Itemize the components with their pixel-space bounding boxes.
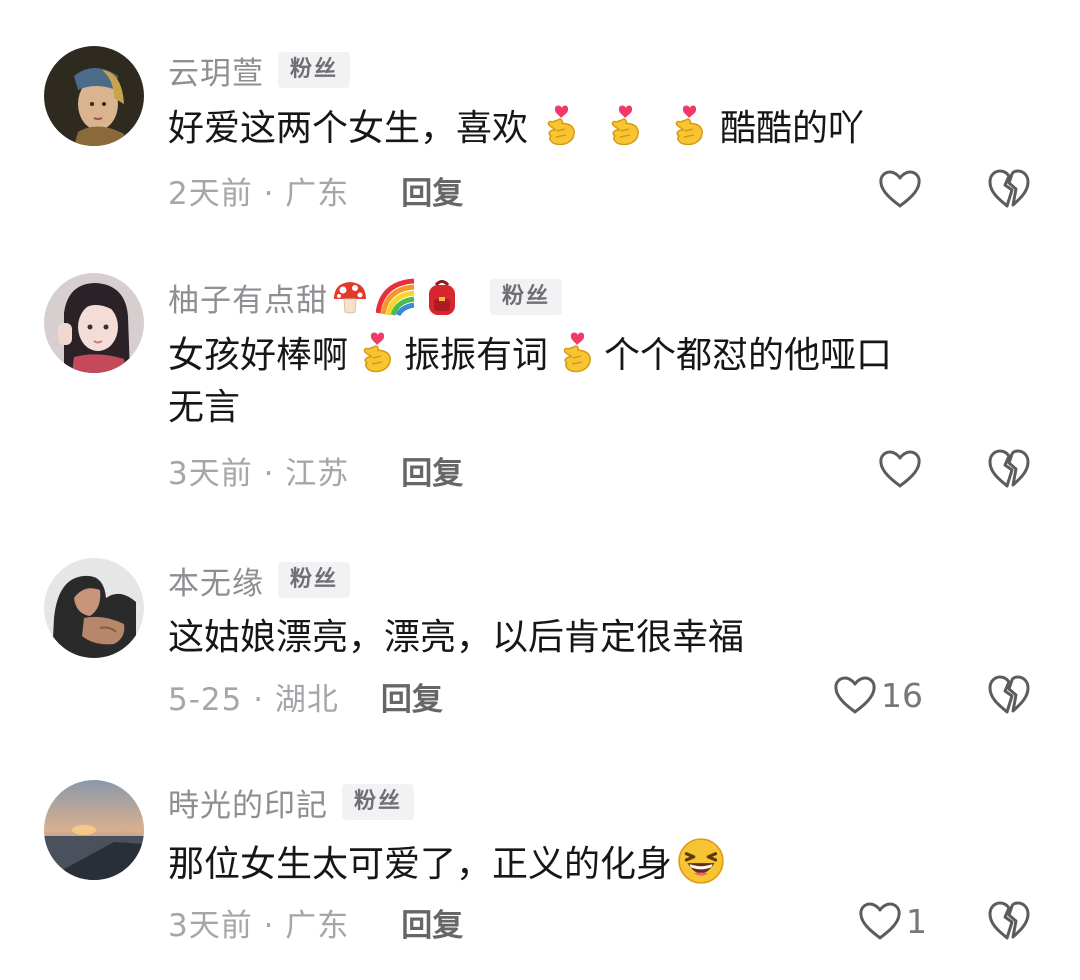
- broken-heart-icon[interactable]: [987, 168, 1031, 210]
- like-count: 1: [906, 901, 927, 941]
- rainbow-icon: [376, 278, 415, 317]
- like-button[interactable]: 16: [833, 670, 923, 720]
- time-location: 2天前 · 广东: [168, 175, 350, 212]
- fan-badge: 粉丝: [278, 562, 351, 598]
- broken-heart-icon[interactable]: [987, 900, 1031, 942]
- avatar[interactable]: [44, 558, 144, 658]
- time-location: 3天前 · 广东: [168, 907, 350, 944]
- username[interactable]: 云玥萱: [168, 48, 264, 93]
- comment-text: 女孩好棒啊 振振有词 个个都怼的他哑口 无言: [168, 330, 1028, 434]
- reply-button[interactable]: 回复: [401, 900, 463, 945]
- finger-heart-emoji-icon: [602, 104, 646, 148]
- backpack-icon: [429, 280, 455, 315]
- like-count: 16: [881, 675, 923, 715]
- username[interactable]: 時光的印記: [168, 780, 328, 825]
- broken-heart-icon[interactable]: [987, 674, 1031, 716]
- username[interactable]: 柚子有点甜: [168, 275, 328, 320]
- heart-outline-icon: [858, 901, 902, 941]
- comment-text: 这姑娘漂亮，漂亮，以后肯定很幸福: [168, 617, 745, 658]
- avatar[interactable]: [44, 273, 144, 373]
- grinning-squint-emoji-icon: [676, 836, 726, 886]
- reply-button[interactable]: 回复: [401, 448, 463, 493]
- fan-badge: 粉丝: [278, 52, 351, 88]
- finger-heart-emoji-icon: [554, 331, 598, 375]
- reply-button[interactable]: 回复: [401, 168, 463, 213]
- heart-outline-icon: [878, 169, 922, 209]
- like-button[interactable]: 1: [858, 896, 927, 946]
- mushroom-icon: [334, 282, 366, 314]
- comment-text: 那位女生太可爱了，正义的化身: [168, 836, 1028, 891]
- fan-badge: 粉丝: [342, 784, 415, 820]
- heart-outline-icon: [833, 675, 877, 715]
- avatar[interactable]: [44, 780, 144, 880]
- broken-heart-icon[interactable]: [987, 448, 1031, 490]
- reply-button[interactable]: 回复: [381, 674, 443, 719]
- like-button[interactable]: [878, 164, 926, 214]
- like-button[interactable]: [878, 444, 926, 494]
- fan-badge: 粉丝: [490, 279, 563, 315]
- time-location: 5-25 · 湖北: [168, 681, 339, 718]
- username[interactable]: 本无缘: [168, 558, 264, 603]
- avatar[interactable]: [44, 46, 144, 146]
- finger-heart-emoji-icon: [666, 104, 710, 148]
- comment-text: 好爱这两个女生，喜欢 酷酷的吖: [168, 103, 1028, 155]
- heart-outline-icon: [878, 449, 922, 489]
- finger-heart-emoji-icon: [354, 331, 398, 375]
- time-location: 3天前 · 江苏: [168, 455, 350, 492]
- finger-heart-emoji-icon: [538, 104, 582, 148]
